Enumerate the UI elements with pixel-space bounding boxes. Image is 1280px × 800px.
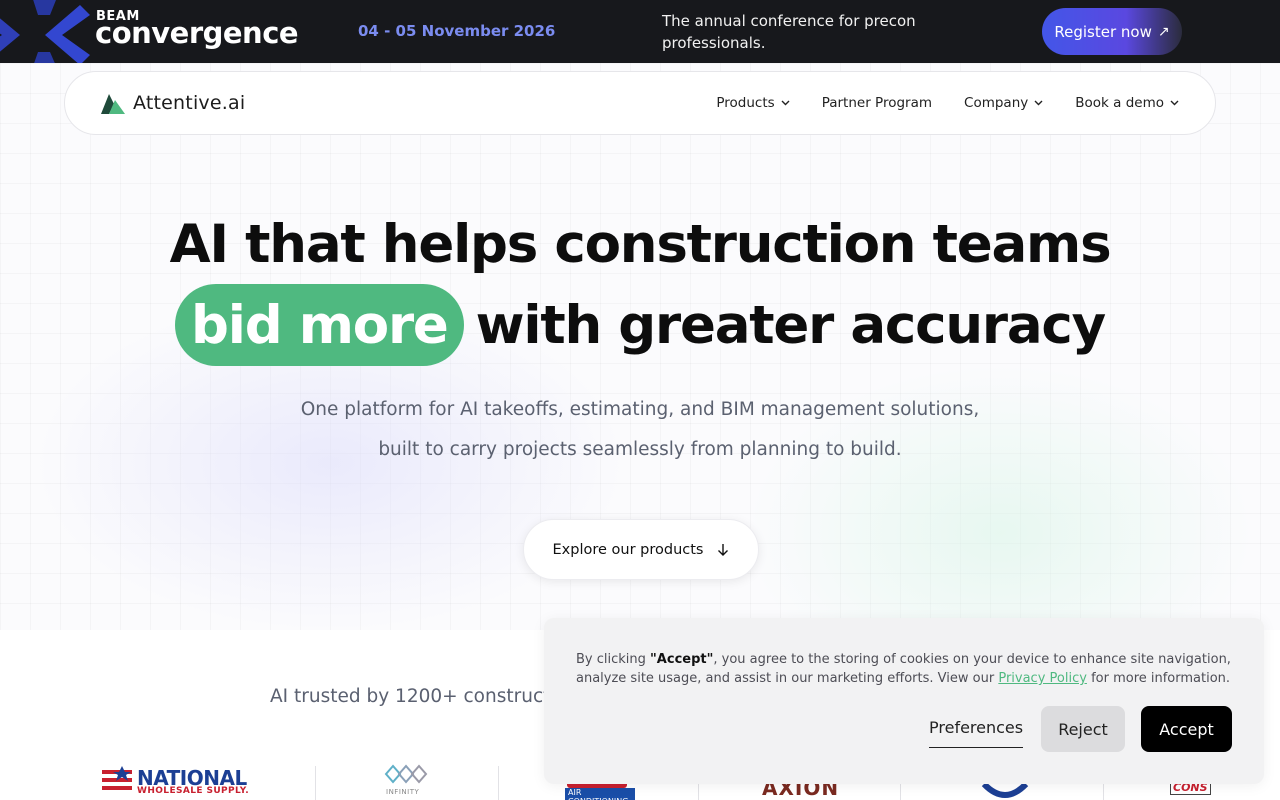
headline-highlight: bid more	[175, 284, 464, 366]
trusted-by-text: AI trusted by 1200+ constructi	[270, 686, 556, 707]
nav-item-label: Partner Program	[821, 95, 933, 111]
nav-item-book-a-demo[interactable]: Book a demo	[1075, 95, 1179, 111]
logo-divider	[498, 766, 499, 800]
flag-icon	[102, 766, 132, 790]
chevron-down-icon	[781, 100, 790, 106]
main-navbar: Attentive.ai Products Partner Program Co…	[64, 71, 1216, 135]
nav-item-products[interactable]: Products	[716, 95, 790, 111]
explore-products-button[interactable]: Explore our products	[523, 519, 759, 580]
cookie-text-after: for more information.	[1086, 671, 1231, 686]
logo-divider	[315, 766, 316, 800]
register-now-label: Register now	[1054, 22, 1152, 41]
cookie-text-before: By clicking	[576, 652, 651, 667]
attentive-logo-icon	[101, 94, 125, 114]
nav-item-label: Products	[716, 95, 775, 111]
cookie-consent-text: By clicking "Accept", you agree to the s…	[576, 650, 1236, 688]
logo-text: Attentive.ai	[133, 92, 246, 114]
chevron-down-icon	[1170, 100, 1179, 106]
attentive-logo[interactable]: Attentive.ai	[101, 92, 245, 114]
event-date: 04 - 05 November 2026	[358, 22, 556, 40]
infinity-logo: INFINITY	[380, 762, 440, 800]
nav-item-label: Book a demo	[1075, 95, 1164, 111]
hero-subtitle-line1: One platform for AI takeoffs, estimating…	[300, 399, 980, 420]
chevron-down-icon	[1034, 100, 1043, 106]
nav-item-label: Company	[964, 95, 1029, 111]
cookie-consent-banner: By clicking "Accept", you agree to the s…	[544, 618, 1264, 784]
reject-button[interactable]: Reject	[1041, 706, 1125, 752]
nav-item-partner-program[interactable]: Partner Program	[822, 95, 932, 111]
register-now-button[interactable]: Register now ↗	[1042, 8, 1182, 55]
nav-item-company[interactable]: Company	[964, 95, 1043, 111]
convergence-brand: convergence	[95, 16, 299, 50]
event-tagline-line2: professionals.	[662, 34, 766, 52]
hero-subtitle-line2: built to carry projects seamlessly from …	[378, 439, 902, 460]
explore-products-label: Explore our products	[552, 541, 704, 558]
event-tagline: The annual conference for precon profess…	[662, 10, 962, 54]
ac-label: AIR CONDITIONING	[565, 788, 635, 800]
arrow-up-right-icon: ↗	[1157, 23, 1170, 40]
hero-headline-line2: bid more with greater accuracy	[0, 284, 1280, 366]
convergence-graphic-icon	[0, 0, 90, 63]
event-tagline-line1: The annual conference for precon	[662, 12, 916, 30]
arrow-down-icon	[718, 543, 729, 556]
nws-subtitle: WHOLESALE SUPPLY.	[137, 786, 250, 796]
hero-headline-line1: AI that helps construction teams	[169, 214, 1112, 275]
announcement-banner: BEAM convergence 04 - 05 November 2026 T…	[0, 0, 1280, 63]
cookie-text-accept-bold: "Accept"	[650, 652, 714, 667]
headline-line2-text: with greater accuracy	[475, 294, 1107, 356]
nav-items: Products Partner Program Company Book a …	[716, 72, 1179, 134]
accept-button[interactable]: Accept	[1141, 706, 1232, 752]
infinity-mark-icon	[384, 764, 428, 784]
privacy-policy-link[interactable]: Privacy Policy	[998, 671, 1087, 686]
infinity-label: INFINITY	[386, 788, 420, 796]
preferences-button[interactable]: Preferences	[929, 718, 1024, 748]
national-wholesale-supply-logo: NATIONAL WHOLESALE SUPPLY.	[100, 762, 260, 800]
